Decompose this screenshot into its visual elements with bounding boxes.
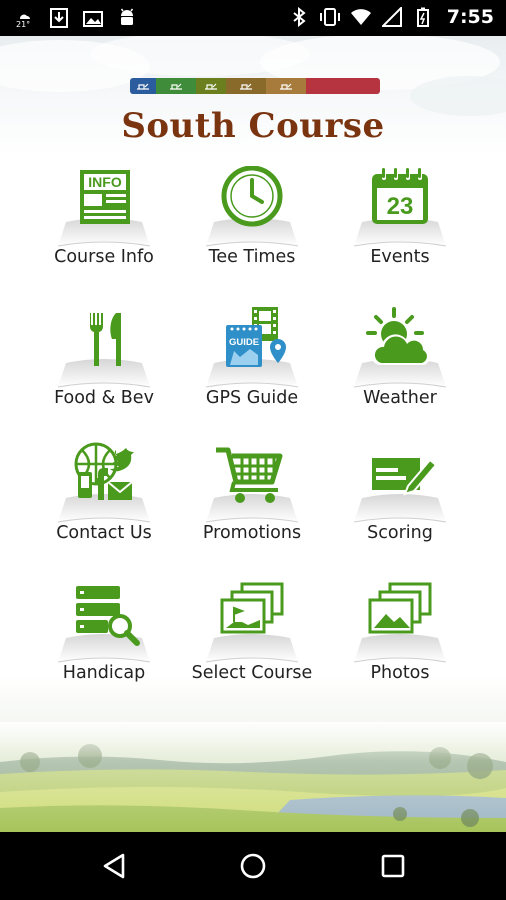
logo-segment bbox=[306, 78, 380, 94]
recents-icon bbox=[381, 854, 405, 878]
menu-tile-contact-us[interactable]: Contact Us bbox=[30, 440, 178, 570]
info-label: INFO bbox=[88, 174, 122, 190]
guide-badge: GUIDE bbox=[229, 337, 259, 348]
menu-tile-tee-times[interactable]: Tee Times bbox=[178, 164, 326, 294]
menu-tile-label: Weather bbox=[363, 388, 437, 408]
menu-tile-label: Promotions bbox=[202, 523, 302, 543]
menu-tile-weather[interactable]: Weather bbox=[326, 305, 474, 435]
photo-icon bbox=[82, 7, 104, 29]
select-course-icon bbox=[212, 582, 292, 662]
sun-cloud-icon bbox=[360, 307, 440, 387]
menu-tile-promotions[interactable]: Promotions bbox=[178, 440, 326, 570]
menu-tile-handicap[interactable]: Handicap bbox=[30, 580, 178, 710]
logo-segment bbox=[196, 78, 226, 94]
back-icon bbox=[103, 853, 125, 879]
back-button[interactable] bbox=[94, 849, 134, 883]
status-bar: 21° 7:55 bbox=[0, 0, 506, 36]
menu-tile-label: Photos bbox=[370, 663, 430, 683]
download-icon bbox=[48, 7, 70, 29]
recents-button[interactable] bbox=[373, 849, 413, 883]
navigation-bar bbox=[0, 832, 506, 900]
menu-tile-label: Events bbox=[370, 247, 430, 267]
photos-icon bbox=[360, 582, 440, 662]
handicap-icon bbox=[64, 582, 144, 662]
menu-tile-label: GPS Guide bbox=[205, 388, 299, 408]
menu-tile-label: Tee Times bbox=[208, 247, 296, 267]
app-screen: South Course INFO Course Info Tee Times … bbox=[0, 36, 506, 832]
clock-icon bbox=[212, 165, 292, 246]
menu-tile-course-info[interactable]: INFO Course Info bbox=[30, 164, 178, 294]
menu-tile-food-bev[interactable]: Food & Bev bbox=[30, 305, 178, 435]
logo-segment bbox=[156, 78, 196, 94]
menu-tile-label: Food & Bev bbox=[54, 388, 154, 408]
menu-tile-photos[interactable]: Photos bbox=[326, 580, 474, 710]
menu-tile-select-course[interactable]: Select Course bbox=[178, 580, 326, 710]
logo-segment bbox=[130, 78, 156, 94]
clock-time: 7:55 bbox=[446, 6, 494, 28]
menu-tile-label: Handicap bbox=[62, 663, 146, 683]
home-button[interactable] bbox=[233, 849, 273, 883]
signal-icon bbox=[381, 6, 403, 28]
home-icon bbox=[240, 853, 266, 879]
gps-guide-icon: GUIDE bbox=[212, 307, 292, 387]
android-icon bbox=[116, 7, 138, 29]
weather-icon: 21° bbox=[14, 7, 36, 29]
temperature-text: 21° bbox=[16, 20, 31, 29]
menu-tile-scoring[interactable]: Scoring bbox=[326, 440, 474, 570]
course-photo bbox=[0, 722, 506, 832]
battery-icon bbox=[412, 6, 434, 28]
menu-tile-label: Course Info bbox=[54, 247, 154, 267]
course-logo bbox=[130, 78, 380, 94]
menu-tile-label: Select Course bbox=[191, 663, 313, 683]
wifi-icon bbox=[350, 6, 372, 28]
contact-icon bbox=[64, 442, 144, 522]
logo-segment bbox=[266, 78, 306, 94]
calendar-icon: 23 bbox=[360, 166, 440, 246]
bluetooth-icon bbox=[288, 6, 310, 28]
page-title: South Course bbox=[121, 106, 385, 146]
menu-tile-label: Contact Us bbox=[56, 523, 152, 543]
fork-knife-icon bbox=[64, 307, 144, 387]
logo-segment bbox=[226, 78, 266, 94]
info-icon: INFO bbox=[64, 166, 144, 246]
menu-tile-label: Scoring bbox=[367, 523, 433, 543]
menu-tile-events[interactable]: 23 Events bbox=[326, 164, 474, 294]
vibrate-icon bbox=[319, 6, 341, 28]
cart-icon bbox=[212, 442, 292, 522]
menu-tile-gps-guide[interactable]: GUIDE GPS Guide bbox=[178, 305, 326, 435]
scorecard-icon bbox=[360, 442, 440, 522]
calendar-day: 23 bbox=[387, 193, 414, 220]
